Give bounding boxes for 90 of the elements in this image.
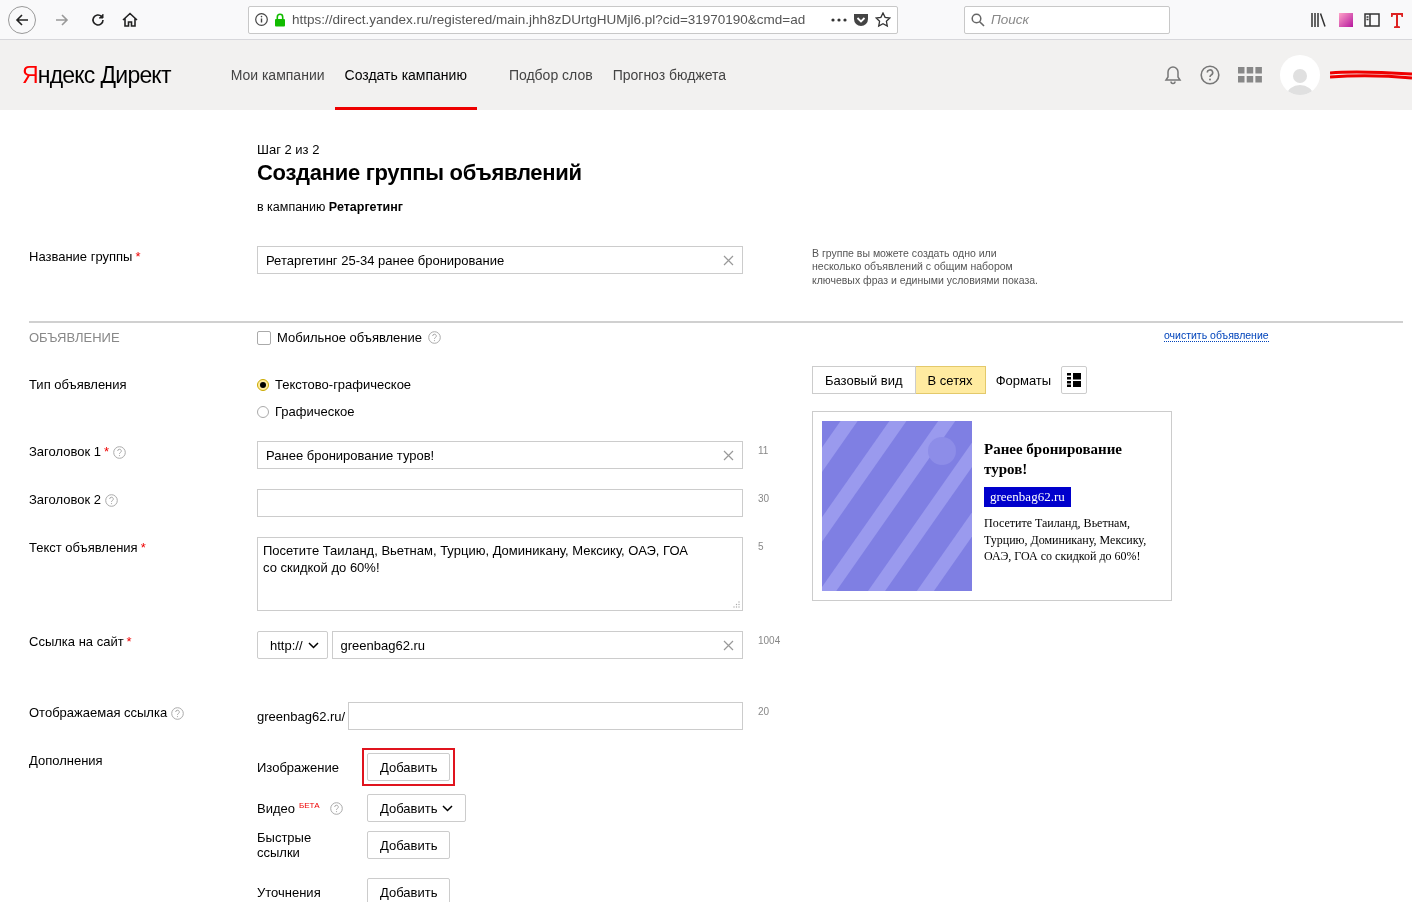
format-layout-button[interactable] xyxy=(1061,366,1088,395)
required-asterisk: * xyxy=(140,540,146,556)
ad-text: Посетите Таиланд, Вьетнам, Турцию, Доминикану, Мексику, ОАЭ, ГОА со скидкой до 60%! xyxy=(984,515,1148,565)
reload-icon xyxy=(91,12,105,27)
checkbox-label: Мобильное объявление xyxy=(277,330,423,346)
hint-text: В группе вы можете создать одно или несколько объявлений с общим набором ключевых фраз и едиными условиями показа. xyxy=(812,246,1039,288)
bell-icon[interactable] xyxy=(1164,65,1182,85)
extra-label: Быстрые ссылки xyxy=(257,830,313,861)
required-asterisk: * xyxy=(126,634,132,650)
add-button[interactable]: Добавить xyxy=(367,831,451,860)
nav-tab[interactable]: Мои кампании xyxy=(220,40,335,110)
star-icon[interactable] xyxy=(875,11,891,28)
field-label: Отображаемая ссылка xyxy=(29,705,168,721)
field-label: Название группы xyxy=(29,249,133,264)
url-text: https://direct.yandex.ru/registered/main.jhh8zDUrtgHUMjl6.pl?cid=31970190&cmd=ad xyxy=(292,12,807,27)
char-counter: 11 xyxy=(757,444,770,457)
text-input[interactable]: Ранее бронирование туров! xyxy=(257,441,743,470)
field-label: Текст объявления xyxy=(29,540,138,556)
logo-brand[interactable]: Яндекс xyxy=(22,61,95,89)
lock-icon xyxy=(274,12,286,27)
radio-label: Графическое xyxy=(275,404,355,420)
char-counter: 5 xyxy=(757,540,765,553)
input-value: greenbag62.ru xyxy=(340,637,427,653)
extra-label: Изображение xyxy=(257,759,339,775)
input-value: Ретаргетинг 25-34 ранее бронирование xyxy=(266,252,506,268)
input-value: Ранее бронирование туров! xyxy=(266,447,436,463)
view-tab[interactable]: В сетях xyxy=(915,366,986,395)
add-button[interactable]: Добавить xyxy=(367,878,451,902)
view-tab[interactable]: Базовый вид xyxy=(812,366,916,395)
forward-arrow-icon xyxy=(55,12,69,27)
beta-label: БЕТА xyxy=(299,800,320,810)
field-label: Дополнения xyxy=(29,752,104,769)
search-placeholder: Поиск xyxy=(991,12,1029,27)
ad-title: Ранее бронирование туров! xyxy=(984,440,1123,480)
clear-icon[interactable] xyxy=(723,254,734,266)
field-label: Заголовок 2 xyxy=(29,492,101,508)
char-counter: 1004 xyxy=(757,634,782,647)
checkbox[interactable] xyxy=(257,330,271,345)
nav-tab[interactable]: Подбор слов xyxy=(498,40,603,110)
radio-label: Текстово-графическое xyxy=(275,377,412,393)
resize-grip-icon xyxy=(733,601,740,609)
serif-t-icon[interactable] xyxy=(1390,11,1404,28)
add-button[interactable]: Добавить xyxy=(367,794,467,823)
field-label: Заголовок 1 xyxy=(29,444,101,460)
text-input[interactable] xyxy=(348,702,743,731)
clear-icon[interactable] xyxy=(723,639,734,651)
section-title: ОБЪЯВЛЕНИЕ xyxy=(29,329,121,346)
campaign-name: в кампанию Ретаргетинг xyxy=(257,200,404,214)
char-counter: 30 xyxy=(757,492,771,505)
gradient-square-icon[interactable] xyxy=(1338,11,1354,28)
link-prefix: greenbag62.ru/ xyxy=(257,708,346,724)
char-counter: 20 xyxy=(757,705,771,718)
chevron-down-icon xyxy=(307,641,319,649)
search-field[interactable]: Поиск xyxy=(964,5,1170,34)
extra-label: Видео xyxy=(257,800,295,816)
page-title: Создание группы объявлений xyxy=(257,160,583,186)
ad-domain[interactable]: greenbag62.ru xyxy=(984,487,1071,508)
search-icon xyxy=(971,12,985,27)
formats-label: Форматы xyxy=(995,372,1052,388)
apps-grid-icon[interactable] xyxy=(1238,67,1262,83)
field-label: Ссылка на сайт xyxy=(29,634,124,650)
back-arrow-icon xyxy=(15,12,29,27)
help-icon xyxy=(428,331,442,345)
clear-ad-link[interactable]: очистить объявление xyxy=(1164,329,1269,343)
clear-icon[interactable] xyxy=(723,449,734,461)
radio-button[interactable] xyxy=(257,405,269,418)
nav-tab[interactable]: Прогноз бюджета xyxy=(602,40,737,110)
add-button[interactable]: Добавить xyxy=(367,753,451,782)
home-icon xyxy=(122,12,138,27)
text-area[interactable]: Посетите Таиланд, Вьетнам, Турцию, Доминикану, Мексику, ОАЭ, ГОА со скидкой до 60%! xyxy=(257,537,743,612)
pocket-icon[interactable] xyxy=(853,12,869,27)
address-bar[interactable]: https://direct.yandex.ru/registered/main.jhh8zDUrtgHUMjl6.pl?cid=31970190&cmd=ad xyxy=(248,5,898,34)
sidebar-icon[interactable] xyxy=(1364,12,1380,27)
text-input[interactable]: Ретаргетинг 25-34 ранее бронирование xyxy=(257,246,743,274)
extra-label: Уточнения xyxy=(257,884,321,900)
protocol-dropdown[interactable]: http:// xyxy=(257,631,328,660)
help-icon[interactable] xyxy=(1200,65,1220,85)
text-input[interactable]: greenbag62.ru xyxy=(331,631,743,660)
nav-tab[interactable]: Создать кампанию xyxy=(334,40,477,110)
text-input[interactable] xyxy=(257,489,743,518)
radio-button[interactable] xyxy=(257,378,269,391)
required-asterisk: * xyxy=(103,444,110,460)
step-indicator: Шаг 2 из 2 xyxy=(257,142,321,157)
layout-grid-icon xyxy=(1067,373,1082,388)
more-icon[interactable] xyxy=(831,17,847,22)
required-asterisk: * xyxy=(135,249,141,264)
library-icon[interactable] xyxy=(1310,11,1328,28)
field-label: Тип объявления xyxy=(29,376,128,393)
info-icon xyxy=(255,13,268,26)
logo-product[interactable]: Директ xyxy=(100,61,171,89)
